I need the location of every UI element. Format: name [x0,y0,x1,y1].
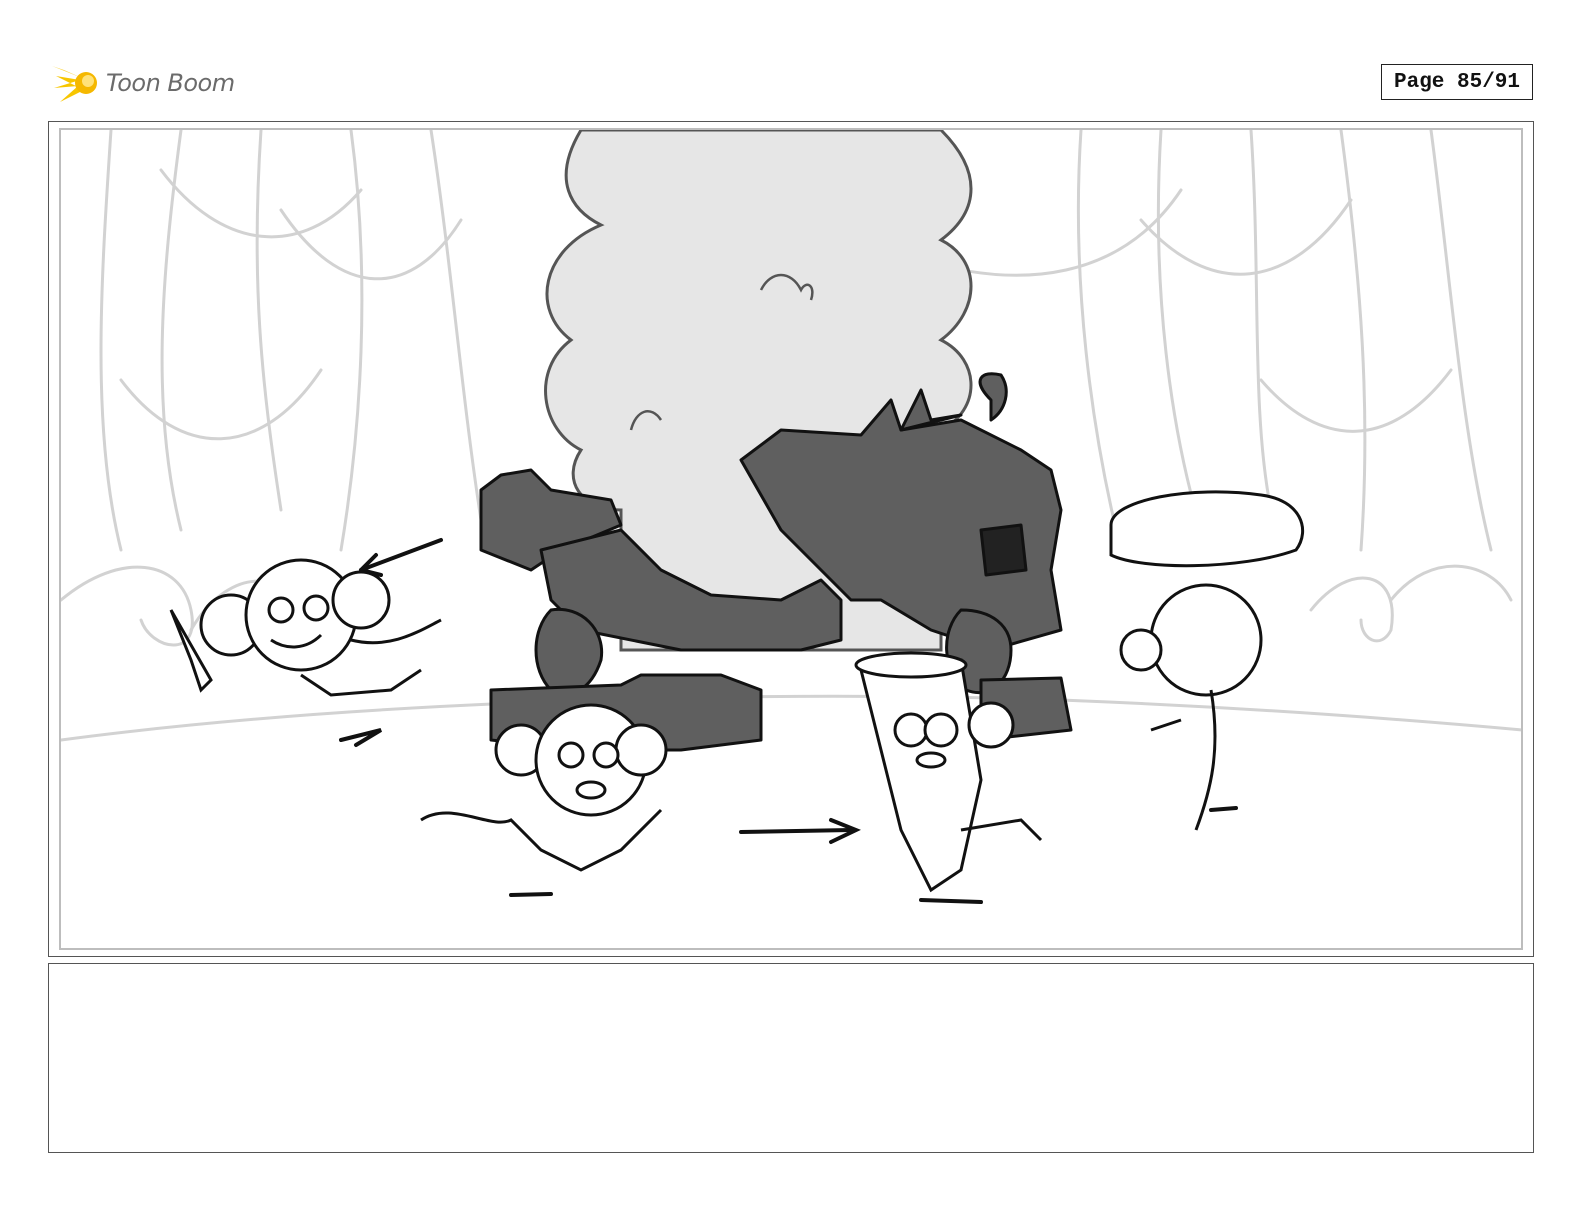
panel-drawing-area [59,128,1523,950]
caption-box [48,963,1534,1153]
comet-icon [52,66,97,102]
storyboard-panel [48,121,1534,957]
logo-text: Toon Boom [106,69,235,97]
monkey-character-left [169,558,442,697]
monkey-character-right [1109,490,1305,831]
storyboard-sketch [61,130,1521,904]
monkey-character-center [420,703,668,872]
page-number-badge: Page 85/91 [1381,64,1533,100]
toon-boom-logo: Toon Boom [50,58,250,108]
